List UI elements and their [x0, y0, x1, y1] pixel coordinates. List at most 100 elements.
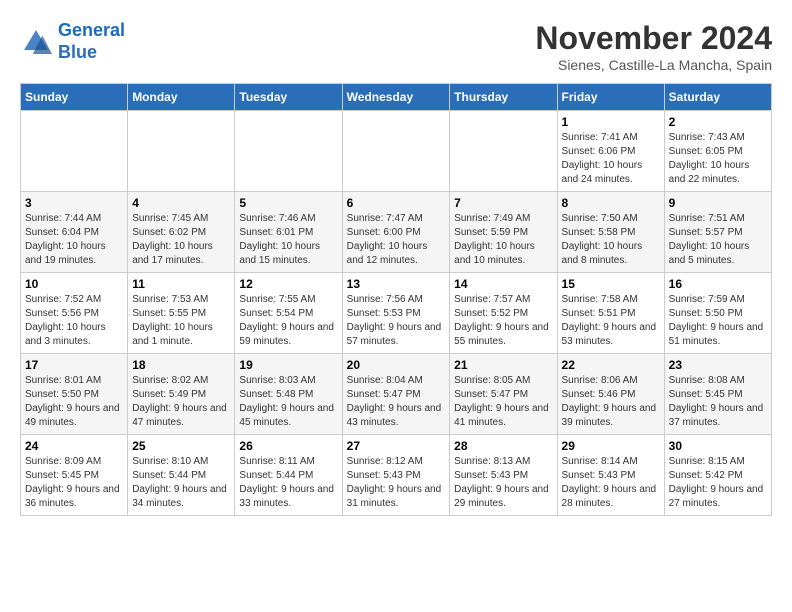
day-info: Sunrise: 8:11 AM Sunset: 5:44 PM Dayligh…	[239, 455, 337, 511]
day-info: Sunrise: 8:04 AM Sunset: 5:47 PM Dayligh…	[347, 374, 446, 430]
calendar-cell: 30 Sunrise: 8:15 AM Sunset: 5:42 PM Dayli…	[664, 435, 771, 516]
day-info: Sunrise: 7:56 AM Sunset: 5:53 PM Dayligh…	[347, 293, 446, 349]
day-info: Sunrise: 7:57 AM Sunset: 5:52 PM Dayligh…	[454, 293, 552, 349]
calendar-cell: 23 Sunrise: 8:08 AM Sunset: 5:45 PM Dayli…	[664, 354, 771, 435]
calendar-week-row: 17Sunrise: 8:01 AM Sunset: 5:50 PM Dayli…	[21, 354, 772, 435]
calendar-week-row: 24Sunrise: 8:09 AM Sunset: 5:45 PM Dayli…	[21, 435, 772, 516]
calendar-cell: 25 Sunrise: 8:10 AM Sunset: 5:44 PM Dayli…	[128, 435, 235, 516]
day-number: 21	[454, 358, 552, 372]
day-of-week-header: Wednesday	[342, 84, 450, 111]
day-number: 5	[239, 196, 337, 210]
day-info: Sunrise: 7:47 AM Sunset: 6:00 PM Dayligh…	[347, 212, 446, 268]
calendar-cell: 28Sunrise: 8:13 AM Sunset: 5:43 PM Dayli…	[450, 435, 557, 516]
calendar-cell: 17Sunrise: 8:01 AM Sunset: 5:50 PM Dayli…	[21, 354, 128, 435]
day-number: 30	[669, 439, 767, 453]
calendar-cell: 1 Sunrise: 7:41 AM Sunset: 6:06 PM Daylig…	[557, 111, 664, 192]
day-info: Sunrise: 7:41 AM Sunset: 6:06 PM Dayligh…	[562, 131, 660, 187]
day-info: Sunrise: 8:03 AM Sunset: 5:48 PM Dayligh…	[239, 374, 337, 430]
day-number: 15	[562, 277, 660, 291]
day-of-week-header: Friday	[557, 84, 664, 111]
day-info: Sunrise: 8:08 AM Sunset: 5:45 PM Dayligh…	[669, 374, 767, 430]
day-number: 4	[132, 196, 230, 210]
calendar-header-row: SundayMondayTuesdayWednesdayThursdayFrid…	[21, 84, 772, 111]
calendar-week-row: 3 Sunrise: 7:44 AM Sunset: 6:04 PM Daylig…	[21, 192, 772, 273]
calendar-cell: 7 Sunrise: 7:49 AM Sunset: 5:59 PM Daylig…	[450, 192, 557, 273]
calendar-cell: 22 Sunrise: 8:06 AM Sunset: 5:46 PM Dayli…	[557, 354, 664, 435]
logo-text: General Blue	[58, 20, 125, 63]
calendar-cell: 27 Sunrise: 8:12 AM Sunset: 5:43 PM Dayli…	[342, 435, 450, 516]
day-of-week-header: Monday	[128, 84, 235, 111]
day-number: 12	[239, 277, 337, 291]
calendar-cell	[450, 111, 557, 192]
calendar-cell: 24Sunrise: 8:09 AM Sunset: 5:45 PM Dayli…	[21, 435, 128, 516]
calendar-cell: 20 Sunrise: 8:04 AM Sunset: 5:47 PM Dayli…	[342, 354, 450, 435]
day-number: 26	[239, 439, 337, 453]
day-info: Sunrise: 8:13 AM Sunset: 5:43 PM Dayligh…	[454, 455, 552, 511]
calendar-cell: 10 Sunrise: 7:52 AM Sunset: 5:56 PM Dayli…	[21, 273, 128, 354]
day-info: Sunrise: 7:53 AM Sunset: 5:55 PM Dayligh…	[132, 293, 230, 349]
day-number: 22	[562, 358, 660, 372]
month-title: November 2024	[535, 20, 772, 57]
logo: General Blue	[20, 20, 125, 63]
calendar-cell: 18Sunrise: 8:02 AM Sunset: 5:49 PM Dayli…	[128, 354, 235, 435]
day-info: Sunrise: 8:09 AM Sunset: 5:45 PM Dayligh…	[25, 455, 123, 511]
calendar-cell: 19 Sunrise: 8:03 AM Sunset: 5:48 PM Dayli…	[235, 354, 342, 435]
calendar-cell: 6 Sunrise: 7:47 AM Sunset: 6:00 PM Daylig…	[342, 192, 450, 273]
day-info: Sunrise: 7:50 AM Sunset: 5:58 PM Dayligh…	[562, 212, 660, 268]
calendar-cell	[342, 111, 450, 192]
day-number: 6	[347, 196, 446, 210]
calendar-cell: 2Sunrise: 7:43 AM Sunset: 6:05 PM Daylig…	[664, 111, 771, 192]
day-info: Sunrise: 7:46 AM Sunset: 6:01 PM Dayligh…	[239, 212, 337, 268]
day-of-week-header: Tuesday	[235, 84, 342, 111]
day-number: 1	[562, 115, 660, 129]
calendar-cell: 26 Sunrise: 8:11 AM Sunset: 5:44 PM Dayli…	[235, 435, 342, 516]
day-info: Sunrise: 8:15 AM Sunset: 5:42 PM Dayligh…	[669, 455, 767, 511]
calendar-week-row: 1 Sunrise: 7:41 AM Sunset: 6:06 PM Daylig…	[21, 111, 772, 192]
day-info: Sunrise: 7:44 AM Sunset: 6:04 PM Dayligh…	[25, 212, 123, 268]
day-info: Sunrise: 7:43 AM Sunset: 6:05 PM Dayligh…	[669, 131, 767, 187]
day-number: 16	[669, 277, 767, 291]
day-number: 20	[347, 358, 446, 372]
day-number: 10	[25, 277, 123, 291]
day-info: Sunrise: 8:12 AM Sunset: 5:43 PM Dayligh…	[347, 455, 446, 511]
calendar-cell	[235, 111, 342, 192]
title-block: November 2024 Sienes, Castille-La Mancha…	[535, 20, 772, 73]
day-info: Sunrise: 8:10 AM Sunset: 5:44 PM Dayligh…	[132, 455, 230, 511]
location: Sienes, Castille-La Mancha, Spain	[535, 57, 772, 73]
calendar-cell: 13 Sunrise: 7:56 AM Sunset: 5:53 PM Dayli…	[342, 273, 450, 354]
day-info: Sunrise: 7:49 AM Sunset: 5:59 PM Dayligh…	[454, 212, 552, 268]
day-info: Sunrise: 8:14 AM Sunset: 5:43 PM Dayligh…	[562, 455, 660, 511]
calendar-cell: 9Sunrise: 7:51 AM Sunset: 5:57 PM Daylig…	[664, 192, 771, 273]
calendar-cell: 16 Sunrise: 7:59 AM Sunset: 5:50 PM Dayli…	[664, 273, 771, 354]
day-info: Sunrise: 8:02 AM Sunset: 5:49 PM Dayligh…	[132, 374, 230, 430]
day-number: 17	[25, 358, 123, 372]
day-info: Sunrise: 7:59 AM Sunset: 5:50 PM Dayligh…	[669, 293, 767, 349]
day-of-week-header: Thursday	[450, 84, 557, 111]
day-of-week-header: Saturday	[664, 84, 771, 111]
day-info: Sunrise: 7:45 AM Sunset: 6:02 PM Dayligh…	[132, 212, 230, 268]
calendar-cell: 12 Sunrise: 7:55 AM Sunset: 5:54 PM Dayli…	[235, 273, 342, 354]
calendar-cell: 29Sunrise: 8:14 AM Sunset: 5:43 PM Dayli…	[557, 435, 664, 516]
day-number: 7	[454, 196, 552, 210]
day-number: 23	[669, 358, 767, 372]
day-info: Sunrise: 8:05 AM Sunset: 5:47 PM Dayligh…	[454, 374, 552, 430]
calendar-cell	[21, 111, 128, 192]
day-number: 13	[347, 277, 446, 291]
page-header: General Blue November 2024 Sienes, Casti…	[20, 20, 772, 73]
day-number: 9	[669, 196, 767, 210]
day-info: Sunrise: 8:06 AM Sunset: 5:46 PM Dayligh…	[562, 374, 660, 430]
day-info: Sunrise: 7:52 AM Sunset: 5:56 PM Dayligh…	[25, 293, 123, 349]
calendar-cell	[128, 111, 235, 192]
day-info: Sunrise: 7:55 AM Sunset: 5:54 PM Dayligh…	[239, 293, 337, 349]
day-number: 11	[132, 277, 230, 291]
calendar-cell: 21 Sunrise: 8:05 AM Sunset: 5:47 PM Dayli…	[450, 354, 557, 435]
day-number: 19	[239, 358, 337, 372]
day-number: 27	[347, 439, 446, 453]
day-number: 25	[132, 439, 230, 453]
calendar-cell: 14 Sunrise: 7:57 AM Sunset: 5:52 PM Dayli…	[450, 273, 557, 354]
calendar-cell: 4 Sunrise: 7:45 AM Sunset: 6:02 PM Daylig…	[128, 192, 235, 273]
day-info: Sunrise: 7:58 AM Sunset: 5:51 PM Dayligh…	[562, 293, 660, 349]
calendar-cell: 5 Sunrise: 7:46 AM Sunset: 6:01 PM Daylig…	[235, 192, 342, 273]
day-number: 14	[454, 277, 552, 291]
day-number: 3	[25, 196, 123, 210]
